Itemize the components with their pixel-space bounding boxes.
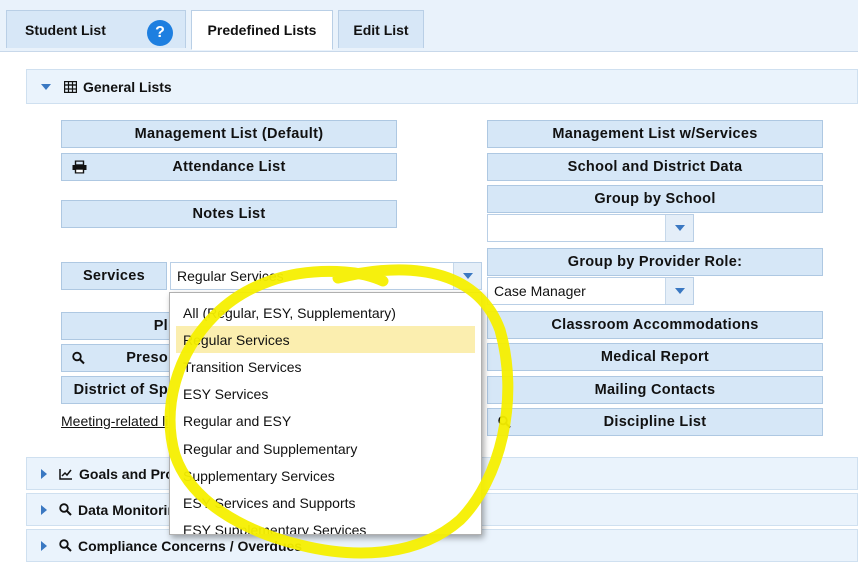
help-icon[interactable]: ? [147, 20, 173, 46]
management-list-button[interactable]: Management List (Default) [61, 120, 397, 148]
school-select[interactable] [487, 214, 694, 242]
school-district-button[interactable]: School and District Data [487, 153, 823, 181]
dropdown-option[interactable]: ESY Services [170, 381, 481, 408]
search-icon [59, 539, 72, 552]
dropdown-option[interactable]: Regular and ESY [170, 408, 481, 435]
chevron-right-icon [41, 504, 47, 515]
mailing-contacts-button[interactable]: Mailing Contacts [487, 376, 823, 404]
services-label: Services [82, 268, 146, 284]
tab-edit-list[interactable]: Edit List [338, 10, 424, 48]
provider-role-value: Case Manager [494, 283, 586, 299]
table-icon [64, 80, 77, 93]
line-chart-icon [59, 468, 72, 480]
tab-student-list-label: Student List [25, 21, 106, 38]
notes-list-label: Notes List [192, 206, 266, 222]
chevron-down-icon [41, 83, 51, 90]
group-by-school-label: Group by School [594, 191, 716, 207]
chevron-right-icon [41, 468, 47, 479]
search-icon [498, 415, 511, 429]
group-by-provider-button[interactable]: Group by Provider Role: [487, 248, 823, 276]
dropdown-option[interactable]: Supplementary Services [170, 462, 481, 489]
services-label-box: Services [61, 262, 167, 290]
management-list-label: Management List (Default) [134, 126, 324, 142]
section-compliance-label: Compliance Concerns / Overdues [78, 537, 303, 554]
classroom-accommodations-button[interactable]: Classroom Accommodations [487, 311, 823, 339]
dropdown-option-selected[interactable]: Regular Services [176, 326, 475, 354]
services-dropdown-list: All (Regular, ESY, Supplementary) Regula… [169, 292, 482, 535]
notes-list-button[interactable]: Notes List [61, 200, 397, 228]
plan-button-label: Pl [153, 318, 168, 334]
prescribed-button-label: Preso [126, 350, 168, 366]
school-district-label: School and District Data [567, 159, 743, 175]
chevron-down-icon[interactable] [665, 278, 693, 304]
section-general-lists[interactable]: General Lists [26, 69, 858, 104]
meeting-related-link[interactable]: Meeting-related li [61, 413, 168, 429]
dropdown-option[interactable]: ESY Services and Supports [170, 489, 481, 516]
chevron-down-icon[interactable] [665, 215, 693, 241]
tab-predefined-lists[interactable]: Predefined Lists [191, 10, 333, 50]
group-by-provider-label: Group by Provider Role: [567, 254, 743, 270]
mailing-contacts-label: Mailing Contacts [594, 382, 716, 398]
group-by-school-button[interactable]: Group by School [487, 185, 823, 213]
dropdown-option[interactable]: Transition Services [170, 353, 481, 380]
search-icon [72, 351, 85, 365]
management-services-button[interactable]: Management List w/Services [487, 120, 823, 148]
chevron-right-icon [41, 540, 47, 551]
tab-predefined-lists-label: Predefined Lists [207, 22, 317, 38]
attendance-list-label: Attendance List [172, 159, 286, 175]
medical-report-label: Medical Report [600, 349, 710, 365]
dropdown-option[interactable]: Regular and Supplementary [170, 435, 481, 462]
chevron-down-icon[interactable] [453, 263, 481, 289]
provider-role-select[interactable]: Case Manager [487, 277, 694, 305]
attendance-list-button[interactable]: Attendance List [61, 153, 397, 181]
discipline-list-button[interactable]: Discipline List [487, 408, 823, 436]
services-select[interactable]: Regular Services [170, 262, 482, 290]
tab-edit-list-label: Edit List [353, 21, 409, 38]
search-icon [59, 503, 72, 516]
management-services-label: Management List w/Services [552, 126, 758, 142]
district-button-label: District of Sp [73, 382, 168, 398]
district-button[interactable]: District of Sp [61, 376, 171, 404]
classroom-accommodations-label: Classroom Accommodations [551, 317, 759, 333]
plan-button[interactable]: Pl [61, 312, 171, 340]
section-general-lists-label: General Lists [83, 78, 172, 95]
prescribed-button[interactable]: Preso [61, 344, 171, 372]
printer-icon [72, 160, 87, 174]
dropdown-option[interactable]: All (Regular, ESY, Supplementary) [170, 299, 481, 326]
discipline-list-label: Discipline List [603, 414, 707, 430]
medical-report-button[interactable]: Medical Report [487, 343, 823, 371]
dropdown-option[interactable]: ESY Supplementary Services [170, 517, 481, 534]
services-selected-value: Regular Services [177, 268, 284, 284]
